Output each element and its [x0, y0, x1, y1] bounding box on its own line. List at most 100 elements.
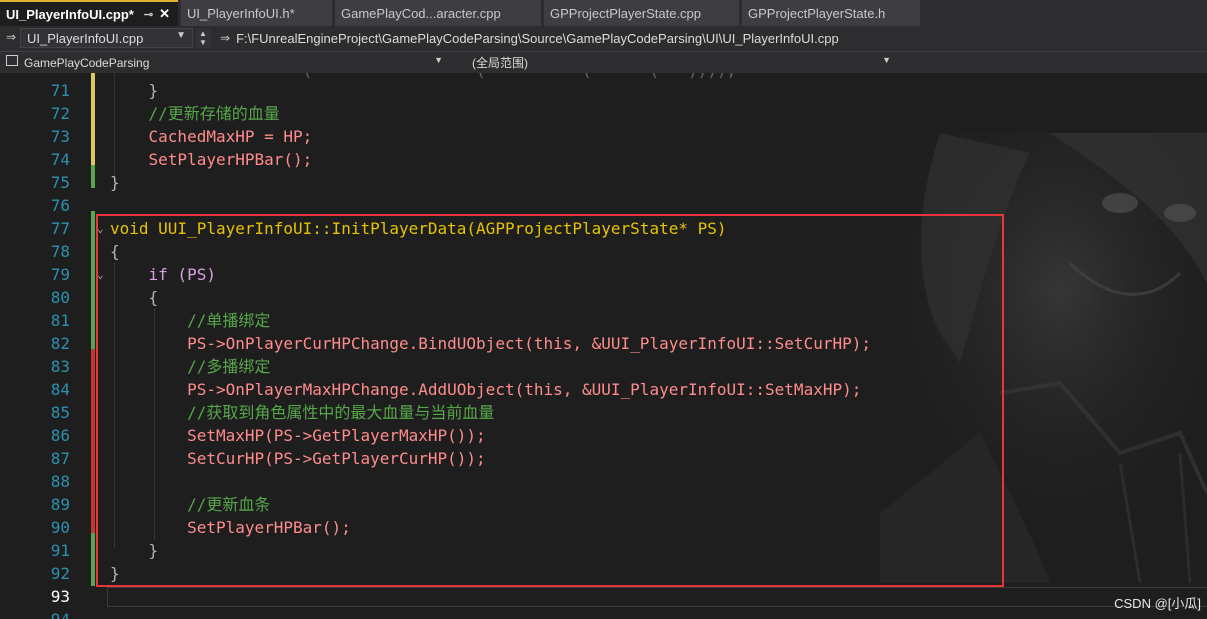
tab-strip: UI_PlayerInfoUI.cpp* ⊸ ✕ UI_PlayerInfoUI…: [0, 0, 1207, 26]
file-nav-bar: ⇒ UI_PlayerInfoUI.cpp ▼ ▲ ▼ ⇒ F:\FUnrealE…: [0, 26, 1207, 52]
code-line: 91 }: [0, 539, 1207, 562]
file-path-display: ⇒ F:\FUnrealEngineProject\GamePlayCodePa…: [214, 28, 1207, 48]
tab-ui-playerinfoui-h[interactable]: UI_PlayerInfoUI.h*: [181, 0, 332, 26]
line-number: 88: [50, 472, 70, 491]
tab-label: GPProjectPlayerState.cpp: [550, 5, 702, 21]
line-number: 85: [50, 403, 70, 422]
line-number: 81: [50, 311, 70, 330]
code-line: 80 {: [0, 286, 1207, 309]
line-number: 86: [50, 426, 70, 445]
code-line: 89 //更新血条: [0, 493, 1207, 516]
code-line: 81 //单播绑定: [0, 309, 1207, 332]
line-number: 82: [50, 334, 70, 353]
line-number: 84: [50, 380, 70, 399]
line-number: 92: [50, 564, 70, 583]
code-line: 88: [0, 470, 1207, 493]
line-number: 72: [50, 104, 70, 123]
line-number: 91: [50, 541, 70, 560]
code-line: 92 }: [0, 562, 1207, 585]
code-line: 79 ⌄ if (PS): [0, 263, 1207, 286]
tab-label: UI_PlayerInfoUI.h*: [187, 5, 295, 21]
collapse-icon[interactable]: ⌄: [97, 263, 104, 286]
scope-nav-bar: GamePlayCodeParsing ▼ (全局范围) ▼: [0, 52, 1207, 73]
code-line: 85 //获取到角色属性中的最大血量与当前血量: [0, 401, 1207, 424]
code-line: 78 {: [0, 240, 1207, 263]
code-text: {: [110, 288, 159, 307]
current-line-highlight: [107, 587, 1207, 607]
code-comment: //获取到角色属性中的最大血量与当前血量: [110, 403, 495, 422]
code-line: 72 //更新存储的血量: [0, 102, 1207, 125]
project-dropdown-value: GamePlayCodeParsing: [24, 55, 150, 70]
code-text: }: [110, 564, 120, 583]
file-selector-value: UI_PlayerInfoUI.cpp: [27, 30, 144, 46]
tab-label: UI_PlayerInfoUI.cpp*: [6, 6, 134, 22]
code-line: 86 SetMaxHP(PS->GetPlayerMaxHP());: [0, 424, 1207, 447]
line-number: 75: [50, 173, 70, 192]
tab-gpprojectplayerstate-h[interactable]: GPProjectPlayerState.h: [742, 0, 920, 26]
path-icon: ⇒: [220, 31, 231, 45]
code-text: }: [110, 541, 159, 560]
code-text: PS->OnPlayerCurHPChange.BindUObject(this…: [110, 334, 871, 353]
code-line: 76: [0, 194, 1207, 217]
code-line: 94: [0, 608, 1207, 619]
line-number: 89: [50, 495, 70, 514]
code-line: 75 }: [0, 171, 1207, 194]
code-line: 82 PS->OnPlayerCurHPChange.BindUObject(t…: [0, 332, 1207, 355]
code-text: PS->OnPlayerMaxHPChange.AddUObject(this,…: [110, 380, 862, 399]
line-number: 73: [50, 127, 70, 146]
file-selector-dropdown[interactable]: UI_PlayerInfoUI.cpp ▼: [20, 28, 193, 48]
line-number: 83: [50, 357, 70, 376]
code-text: }: [110, 173, 120, 192]
up-down-spinner[interactable]: ▲ ▼: [196, 29, 210, 48]
tab-gameplaycharacter-cpp[interactable]: GamePlayCod...aracter.cpp: [335, 0, 541, 26]
chevron-down-icon: ▼: [434, 55, 443, 65]
collapse-icon[interactable]: ⌄: [97, 217, 104, 240]
tab-ui-playerinfoui-cpp[interactable]: UI_PlayerInfoUI.cpp* ⊸ ✕: [0, 0, 178, 26]
code-comment: //更新存储的血量: [110, 104, 280, 123]
code-editor[interactable]: ( ( ( ( )))); 71 } 72 //更新存储的血量 73 Cache…: [0, 73, 1207, 619]
line-number: 93: [50, 587, 70, 606]
line-number: 74: [50, 150, 70, 169]
code-text: CachedMaxHP = HP;: [110, 127, 313, 146]
scope-dropdown-value: (全局范围): [472, 56, 528, 70]
code-text: SetPlayerHPBar();: [110, 518, 351, 537]
line-number: 71: [50, 81, 70, 100]
code-line: 74 SetPlayerHPBar();: [0, 148, 1207, 171]
chevron-down-icon: ▼: [176, 30, 186, 41]
pin-icon[interactable]: ⊸: [144, 8, 153, 21]
close-icon[interactable]: ✕: [159, 6, 170, 22]
line-number: 94: [0, 608, 70, 619]
code-text: SetPlayerHPBar();: [110, 150, 313, 169]
file-path-text: F:\FUnrealEngineProject\GamePlayCodePars…: [236, 30, 839, 46]
code-line: 83 //多播绑定: [0, 355, 1207, 378]
code-line: 90 SetPlayerHPBar();: [0, 516, 1207, 539]
code-text: {: [110, 242, 120, 261]
project-icon: [6, 55, 18, 66]
code-text: void UUI_PlayerInfoUI::InitPlayerData(AG…: [110, 219, 727, 238]
line-number: 90: [50, 518, 70, 537]
code-text: }: [110, 81, 159, 100]
tab-gpprojectplayerstate-cpp[interactable]: GPProjectPlayerState.cpp: [544, 0, 739, 26]
code-line: 84 PS->OnPlayerMaxHPChange.AddUObject(th…: [0, 378, 1207, 401]
code-text: SetMaxHP(PS->GetPlayerMaxHP());: [110, 426, 486, 445]
line-number: 87: [50, 449, 70, 468]
chevron-down-icon: ▼: [882, 55, 891, 65]
code-line: 87 SetCurHP(PS->GetPlayerCurHP());: [0, 447, 1207, 470]
scope-dropdown[interactable]: (全局范围) ▼: [466, 53, 897, 72]
code-comment: //单播绑定: [110, 311, 271, 330]
line-number: 77: [50, 219, 70, 238]
code-line: 77 ⌄ void UUI_PlayerInfoUI::InitPlayerDa…: [0, 217, 1207, 240]
line-number: 78: [50, 242, 70, 261]
project-dropdown[interactable]: GamePlayCodeParsing ▼: [18, 53, 449, 72]
code-comment: //更新血条: [110, 495, 271, 514]
line-number: 76: [50, 196, 70, 215]
code-text: if (PS): [110, 265, 216, 284]
tab-label: GamePlayCod...aracter.cpp: [341, 5, 501, 21]
tab-label: GPProjectPlayerState.h: [748, 5, 886, 21]
code-comment: //多播绑定: [110, 357, 271, 376]
file-icon: ⇒: [6, 30, 17, 44]
watermark: CSDN @[小瓜]: [1114, 596, 1201, 611]
code-line: 73 CachedMaxHP = HP;: [0, 125, 1207, 148]
line-number: 79: [50, 265, 70, 284]
code-text: SetCurHP(PS->GetPlayerCurHP());: [110, 449, 486, 468]
